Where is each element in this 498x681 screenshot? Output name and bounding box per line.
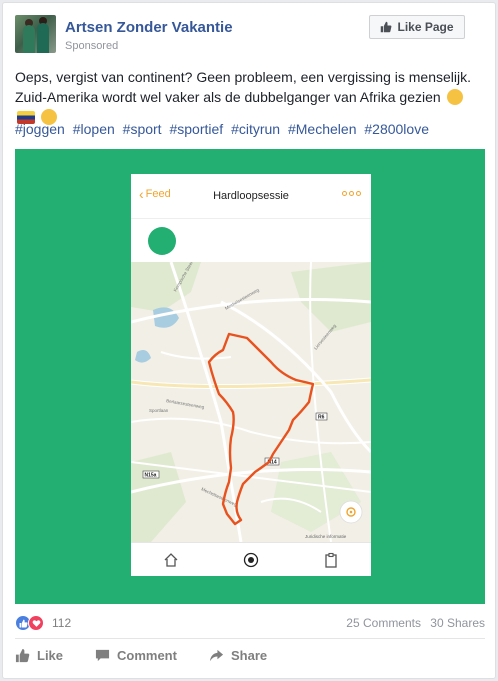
like-button[interactable]: Like <box>15 648 63 663</box>
reaction-count: 112 <box>52 616 72 630</box>
thinking-face-emoji <box>446 89 463 105</box>
post-text: Oeps, vergist van continent? Geen proble… <box>15 67 485 127</box>
shares-count-link[interactable]: 30 Shares <box>430 616 485 630</box>
sponsored-label[interactable]: Sponsored <box>65 40 118 52</box>
like-label: Like <box>37 648 64 663</box>
like-page-label: Like Page <box>397 20 454 34</box>
page-name-link[interactable]: Artsen Zonder Vakantie <box>65 19 233 36</box>
route-label-n15a: N15a <box>145 473 157 479</box>
post-stats: 112 25 Comments 30 Shares <box>15 615 485 633</box>
reactions-summary[interactable]: 112 <box>15 615 71 631</box>
app-tab-bar <box>131 542 371 576</box>
hashtag-link[interactable]: #lopen <box>73 121 115 137</box>
more-icon <box>342 191 361 196</box>
hashtag-link[interactable]: #sportief <box>169 121 223 137</box>
post-actions: Like Comment Share <box>15 645 485 671</box>
map-label-road-6: Sportlaan <box>149 408 169 413</box>
home-icon <box>164 553 178 567</box>
like-page-button[interactable]: Like Page <box>369 15 465 39</box>
page-avatar[interactable] <box>15 15 56 53</box>
share-button[interactable]: Share <box>209 648 267 663</box>
route-label-r6: R6 <box>318 415 325 421</box>
share-icon <box>209 649 224 662</box>
hashtag-list: #joggen #lopen #sport #sportief #cityrun… <box>15 121 433 137</box>
comment-icon <box>95 649 110 662</box>
profile-dot <box>148 227 176 255</box>
route-shield-r6: R6 <box>315 412 328 421</box>
hashtag-link[interactable]: #Mechelen <box>288 121 357 137</box>
record-icon <box>243 552 259 568</box>
legal-link: Juridische informatie <box>305 534 347 539</box>
post-media[interactable]: ‹ Feed Hardloopsessie Mechelsesteenweg M… <box>15 149 485 604</box>
love-reaction-icon <box>28 615 44 631</box>
hashtag-link[interactable]: #2800love <box>364 121 429 137</box>
post-card: Artsen Zonder Vakantie Sponsored Like Pa… <box>2 2 496 679</box>
post-body: Oeps, vergist van continent? Geen proble… <box>15 69 472 105</box>
comment-button[interactable]: Comment <box>95 648 177 663</box>
route-shield-n15a: N15a <box>142 470 160 479</box>
app-title: Hardloopsessie <box>213 190 289 202</box>
hashtag-link[interactable]: #joggen <box>15 121 65 137</box>
route-map: Mechelsesteenweg Mechelsesteenweg Berlaa… <box>131 262 371 542</box>
thumbs-up-icon <box>15 648 30 663</box>
phone-screenshot: ‹ Feed Hardloopsessie Mechelsesteenweg M… <box>131 174 371 576</box>
thumbs-up-icon <box>381 21 392 33</box>
share-label: Share <box>231 648 268 663</box>
hashtag-link[interactable]: #cityrun <box>231 121 280 137</box>
hashtag-link[interactable]: #sport <box>123 121 162 137</box>
app-header: ‹ Feed Hardloopsessie <box>131 174 371 219</box>
comment-label: Comment <box>117 648 177 663</box>
comments-count-link[interactable]: 25 Comments <box>346 616 421 630</box>
clipboard-icon <box>325 552 337 568</box>
actions-divider <box>15 638 485 639</box>
